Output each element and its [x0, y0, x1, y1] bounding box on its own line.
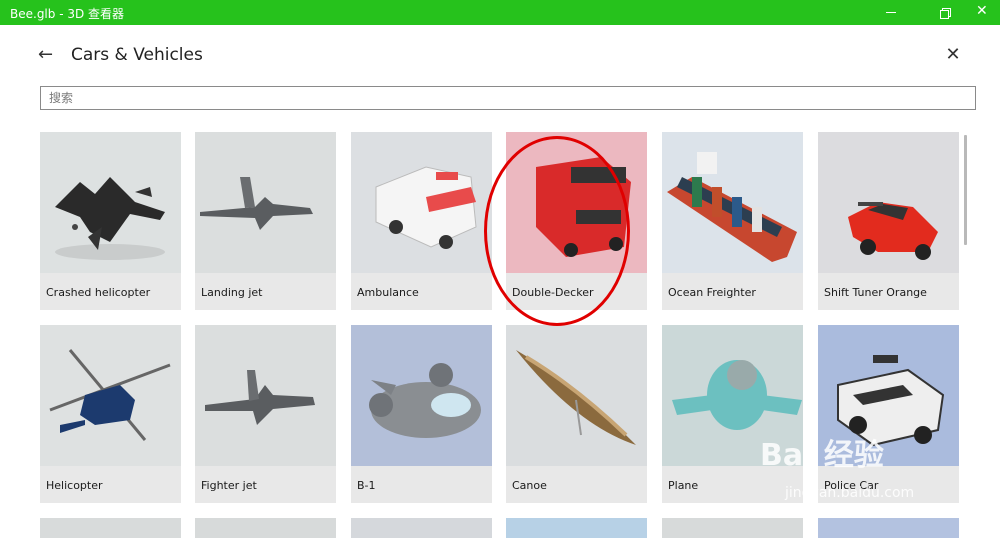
model-label: Canoe	[512, 479, 547, 492]
model-card-shift-tuner-orange[interactable]: Shift Tuner Orange	[818, 132, 959, 310]
model-card-partial[interactable]	[506, 518, 647, 538]
crashed-helicopter-icon	[40, 132, 181, 273]
ship-icon	[662, 132, 803, 273]
model-card-canoe[interactable]: Canoe	[506, 325, 647, 503]
model-card-landing-jet[interactable]: Landing jet	[195, 132, 336, 310]
jet-icon	[195, 325, 336, 466]
model-thumbnail	[195, 518, 336, 538]
model-thumbnail	[351, 325, 492, 466]
model-card-ocean-freighter[interactable]: Ocean Freighter	[662, 132, 803, 310]
model-thumbnail	[506, 325, 647, 466]
close-icon: ✕	[976, 3, 988, 19]
model-thumbnail	[351, 132, 492, 273]
model-label: Ambulance	[357, 286, 419, 299]
close-icon: ✕	[945, 44, 961, 65]
model-card-police-car[interactable]: Police Car	[818, 325, 959, 503]
sports-car-icon	[818, 132, 959, 273]
model-label: B-1	[357, 479, 376, 492]
model-card-ambulance[interactable]: Ambulance	[351, 132, 492, 310]
ambulance-icon	[351, 132, 492, 273]
model-label: Shift Tuner Orange	[824, 286, 927, 299]
title-bar: Bee.glb - 3D 查看器 ✕	[0, 0, 1000, 25]
model-label: Landing jet	[201, 286, 263, 299]
model-thumbnail	[662, 132, 803, 273]
model-thumbnail	[351, 518, 492, 538]
model-label: Helicopter	[46, 479, 103, 492]
model-card-crashed-helicopter[interactable]: Crashed helicopter	[40, 132, 181, 310]
watermark-brand: Bai 经验	[760, 438, 884, 473]
model-label: Crashed helicopter	[46, 286, 151, 299]
jet-icon	[195, 132, 336, 273]
model-thumbnail	[40, 518, 181, 538]
model-card-partial[interactable]	[351, 518, 492, 538]
model-card-partial[interactable]	[195, 518, 336, 538]
model-thumbnail	[818, 132, 959, 273]
restore-icon-back	[940, 10, 949, 19]
model-thumbnail	[195, 325, 336, 466]
annotation-circle	[484, 136, 630, 326]
model-card-plane[interactable]: Plane	[662, 325, 803, 503]
minimize-icon	[886, 12, 896, 13]
back-button[interactable]: ←	[38, 45, 58, 65]
model-card-b-1[interactable]: B-1	[351, 325, 492, 503]
restore-button[interactable]	[928, 0, 964, 25]
model-thumbnail	[40, 132, 181, 273]
dialog-close-button[interactable]: ✕	[943, 45, 963, 65]
model-card-partial[interactable]	[662, 518, 803, 538]
model-label: Plane	[668, 479, 699, 492]
watermark-url: jingyan.baidu.com	[785, 485, 915, 501]
model-card-fighter-jet[interactable]: Fighter jet	[195, 325, 336, 503]
window-title: Bee.glb - 3D 查看器	[10, 7, 125, 21]
window-close-button[interactable]: ✕	[964, 0, 1000, 25]
scrollbar[interactable]	[964, 135, 967, 245]
model-card-helicopter[interactable]: Helicopter	[40, 325, 181, 503]
model-thumbnail	[662, 518, 803, 538]
minimize-button[interactable]	[874, 0, 910, 25]
model-thumbnail	[818, 518, 959, 538]
model-thumbnail	[195, 132, 336, 273]
model-thumbnail	[506, 518, 647, 538]
model-label: Ocean Freighter	[668, 286, 756, 299]
model-thumbnail	[40, 325, 181, 466]
search-input[interactable]: 搜索	[40, 86, 976, 110]
cartoon-plane-icon	[351, 325, 492, 466]
model-label: Fighter jet	[201, 479, 257, 492]
model-card-partial[interactable]	[40, 518, 181, 538]
arrow-left-icon: ←	[38, 44, 54, 65]
canoe-icon	[506, 325, 647, 466]
model-card-partial[interactable]	[818, 518, 959, 538]
helicopter-icon	[40, 325, 181, 466]
dialog-title: Cars & Vehicles	[71, 45, 203, 65]
